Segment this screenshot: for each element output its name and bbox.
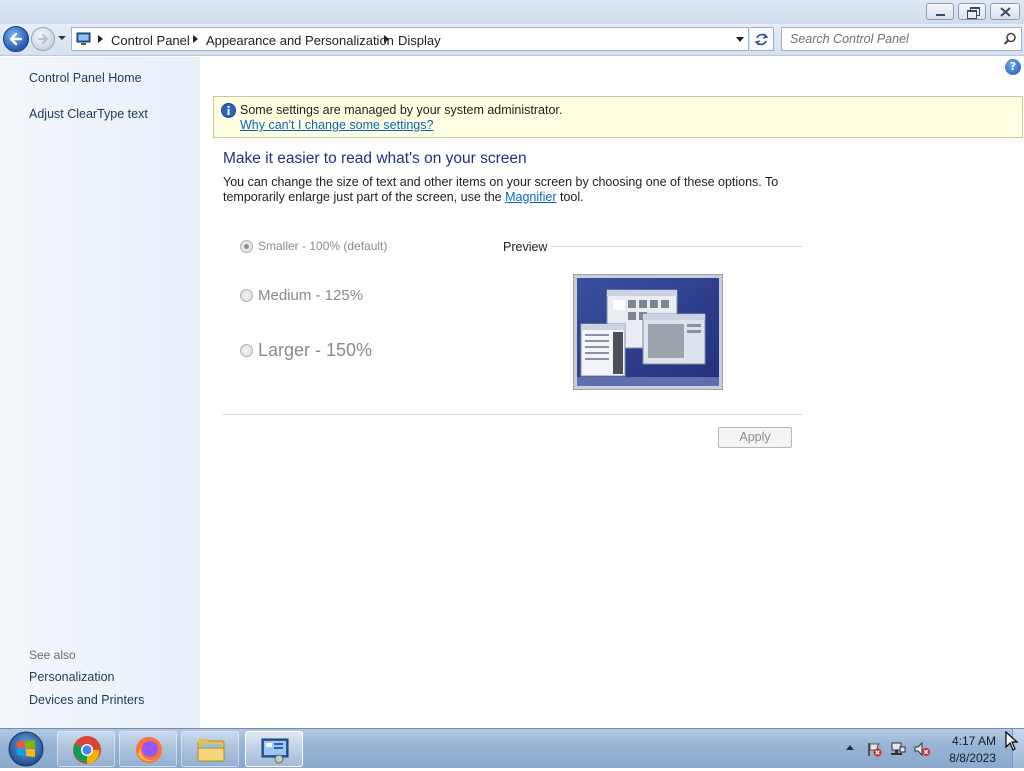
taskbar-explorer-button[interactable] — [181, 731, 239, 767]
devices-and-printers-link[interactable]: Devices and Printers — [29, 693, 144, 707]
minimize-button[interactable] — [926, 3, 954, 20]
clock-time[interactable]: 4:17 AM — [930, 734, 996, 748]
see-also-heading: See also — [29, 648, 76, 662]
refresh-icon — [754, 33, 769, 46]
restore-button[interactable] — [958, 3, 986, 20]
start-button[interactable] — [4, 730, 48, 768]
control-panel-icon — [261, 738, 289, 764]
taskbar-firefox-button[interactable] — [119, 731, 177, 767]
forward-arrow-icon — [38, 34, 49, 44]
mouse-pointer-icon — [1005, 731, 1019, 751]
clock-date[interactable]: 8/8/2023 — [930, 751, 996, 765]
windows-logo-icon — [8, 731, 44, 767]
breadcrumb-separator-icon[interactable] — [193, 35, 198, 43]
control-panel-home-link[interactable]: Control Panel Home — [29, 71, 142, 85]
show-hidden-icons-icon[interactable] — [846, 745, 854, 750]
network-icon[interactable] — [890, 741, 906, 757]
refresh-button[interactable] — [750, 27, 774, 51]
taskbar-chrome-button[interactable] — [57, 731, 115, 767]
option-larger-label: Larger - 150% — [258, 340, 373, 360]
volume-muted-icon[interactable] — [914, 741, 930, 757]
taskbar-control-panel-button[interactable] — [245, 731, 303, 767]
breadcrumb-control-panel[interactable]: Control Panel — [111, 33, 190, 48]
address-dropdown-icon[interactable] — [736, 37, 744, 42]
back-arrow-icon — [9, 32, 23, 46]
title-bar — [0, 0, 1024, 24]
option-medium[interactable]: Medium - 125% — [240, 287, 363, 304]
adjust-cleartype-link[interactable]: Adjust ClearType text — [29, 107, 148, 121]
forward-button[interactable] — [31, 27, 55, 51]
page-description: You can change the size of text and othe… — [223, 175, 783, 205]
option-larger[interactable]: Larger - 150% — [240, 340, 372, 361]
folder-icon — [197, 739, 225, 762]
preview-divider — [550, 246, 802, 247]
breadcrumb-separator-icon[interactable] — [384, 35, 389, 43]
action-center-flag-icon[interactable] — [866, 741, 882, 757]
radio-button[interactable] — [240, 344, 253, 357]
search-box[interactable] — [781, 27, 1022, 51]
option-medium-label: Medium - 125% — [258, 287, 364, 304]
radio-button[interactable] — [240, 289, 253, 302]
radio-button-checked[interactable] — [240, 239, 253, 253]
firefox-icon — [136, 737, 162, 763]
recent-pages-dropdown-icon[interactable] — [57, 33, 67, 43]
info-icon — [221, 103, 236, 118]
search-icon[interactable] — [1003, 32, 1017, 46]
option-smaller[interactable]: Smaller - 100% (default) — [240, 239, 387, 253]
chrome-icon — [73, 736, 101, 765]
taskbar: 4:17 AM 8/8/2023 — [0, 728, 1024, 768]
description-text: You can change the size of text and othe… — [223, 175, 779, 204]
breadcrumb-display[interactable]: Display — [398, 33, 441, 48]
breadcrumb-separator-icon[interactable] — [98, 35, 103, 43]
description-text-end: tool. — [556, 190, 584, 204]
section-divider — [223, 414, 802, 415]
desktop-preview-icon — [577, 278, 719, 386]
search-input[interactable] — [782, 28, 997, 50]
admin-info-bar: Some settings are managed by your system… — [213, 96, 1023, 138]
apply-button[interactable]: Apply — [718, 427, 792, 448]
address-bar[interactable]: Control Panel Appearance and Personaliza… — [71, 27, 749, 51]
page-title: Make it easier to read what's on your sc… — [223, 150, 527, 167]
preview-label: Preview — [503, 240, 548, 254]
option-smaller-label: Smaller - 100% (default) — [258, 239, 388, 253]
back-button[interactable] — [3, 26, 29, 52]
why-cant-change-link[interactable]: Why can't I change some settings? — [240, 118, 433, 132]
personalization-link[interactable]: Personalization — [29, 670, 114, 684]
navigation-bar: Control Panel Appearance and Personaliza… — [0, 24, 1024, 56]
admin-message: Some settings are managed by your system… — [240, 103, 563, 117]
breadcrumb-appearance[interactable]: Appearance and Personalization — [206, 33, 394, 48]
preview-image — [573, 274, 723, 390]
help-icon[interactable]: ? — [1005, 59, 1021, 75]
tasks-pane: Control Panel Home Adjust ClearType text… — [0, 57, 200, 728]
close-button[interactable] — [990, 3, 1020, 20]
magnifier-link[interactable]: Magnifier — [505, 190, 556, 204]
control-panel-icon — [76, 32, 91, 45]
close-icon — [1000, 7, 1011, 17]
